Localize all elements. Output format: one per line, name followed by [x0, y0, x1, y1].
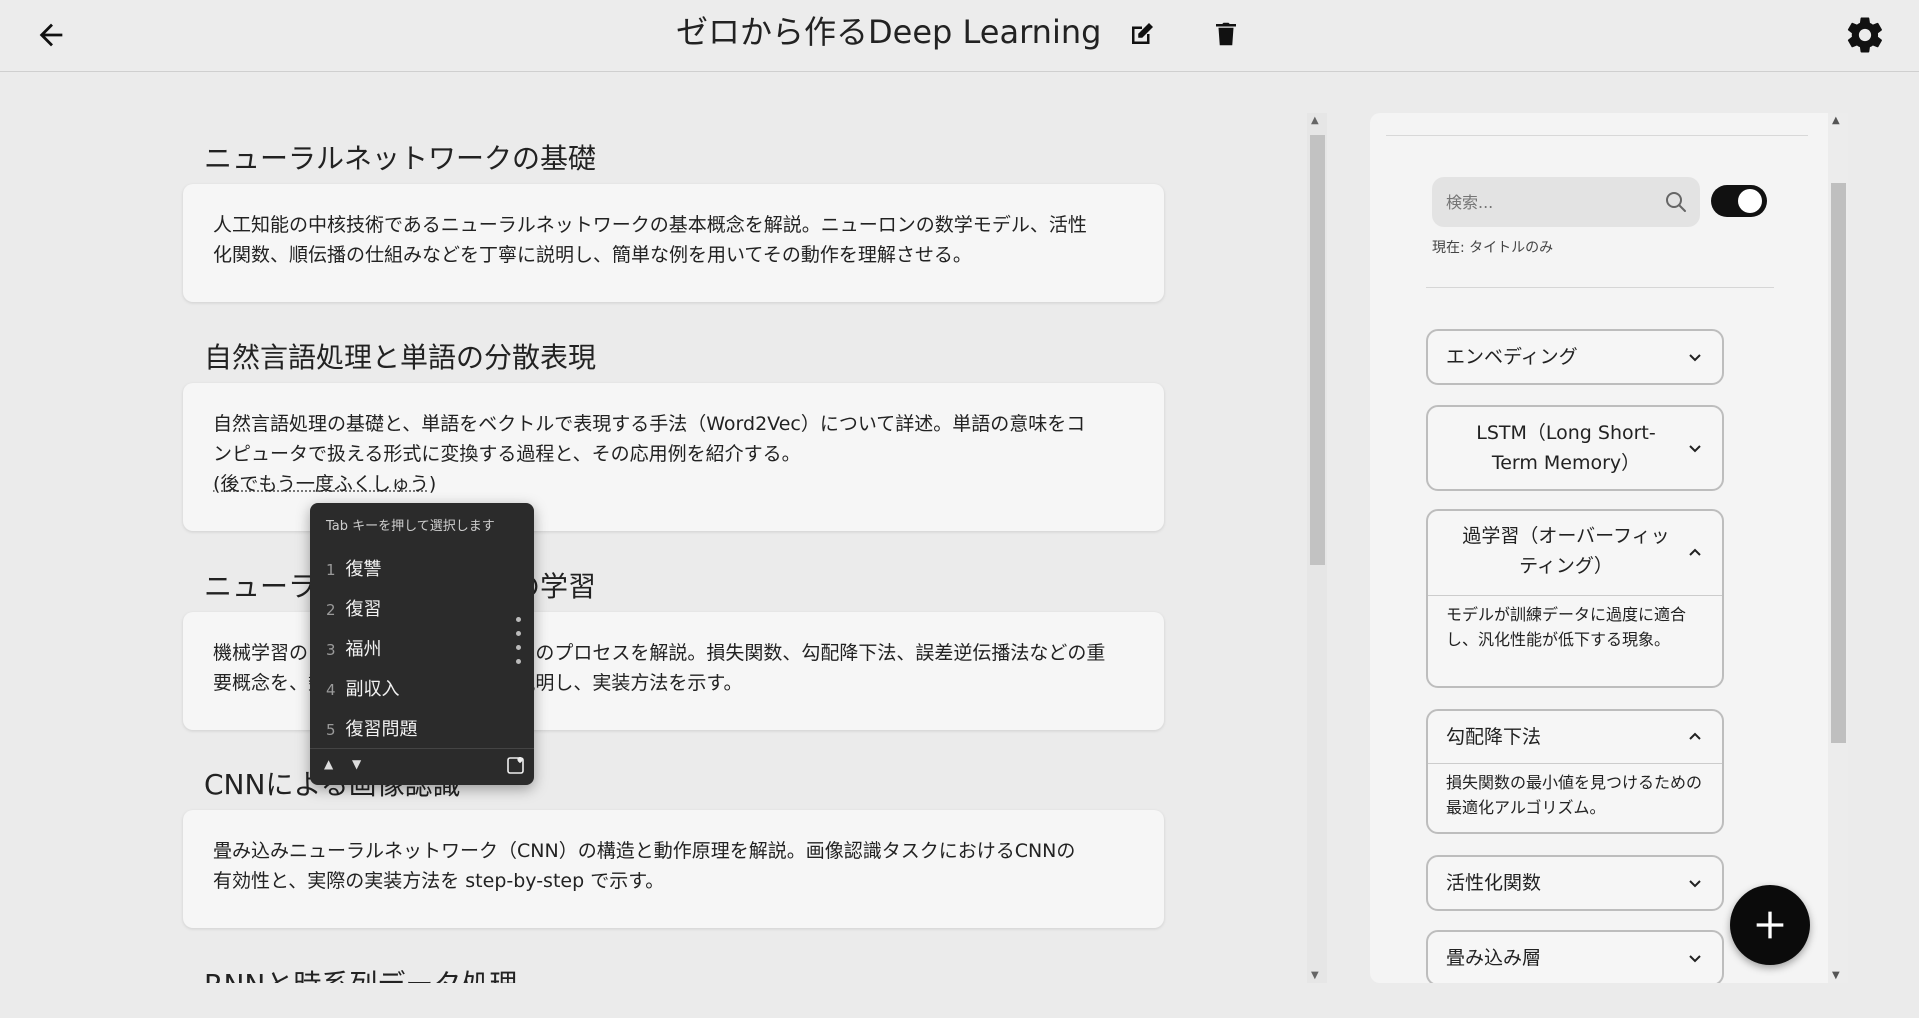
- card-text: 畳み込みニューラルネットワーク（CNN）の構造と動作原理を解説。画像認識タスクに…: [213, 840, 1076, 862]
- glossary-item-header[interactable]: LSTM（Long Short- Term Memory）: [1428, 407, 1722, 489]
- glossary-item-header[interactable]: エンベディング: [1428, 331, 1722, 383]
- search-mode-toggle[interactable]: [1711, 185, 1767, 217]
- chevron-down-icon: [1689, 445, 1701, 453]
- app-header: ゼロから作るDeep Learning: [0, 0, 1919, 72]
- glossary-definition: モデルが訓練データに過度に適合し、汎化性能が低下する現象。: [1428, 595, 1722, 662]
- add-button[interactable]: [1730, 885, 1810, 965]
- trash-icon: [1216, 22, 1236, 46]
- toggle-knob: [1738, 189, 1762, 213]
- section-title: ニューラルネットワークの基礎: [204, 142, 597, 175]
- glossary-term: LSTM（Long Short-: [1476, 422, 1656, 444]
- scroll-thumb[interactable]: [1831, 183, 1846, 743]
- settings-button[interactable]: [1840, 10, 1890, 60]
- chevron-down-icon: [1689, 880, 1701, 888]
- delete-button[interactable]: [1206, 14, 1246, 54]
- gear-icon: [1847, 17, 1882, 53]
- main-scrollbar[interactable]: ▲ ▼: [1307, 113, 1327, 983]
- sidebar-scrollbar[interactable]: ▲ ▼: [1828, 113, 1848, 983]
- divider: [1426, 287, 1774, 288]
- ime-candidate[interactable]: 4 副収入: [326, 675, 400, 701]
- ime-candidate[interactable]: 2 復習: [326, 595, 382, 621]
- glossary-term: 勾配降下法: [1446, 726, 1542, 748]
- section-title: RNNと時系列データ処理: [204, 963, 517, 983]
- chevron-down-icon: [1689, 354, 1701, 362]
- section-card[interactable]: 人工知能の中核技術であるニューラルネットワークの基本概念を解説。ニューロンの数学…: [183, 184, 1164, 302]
- glossary-sidebar: 現在: タイトルのみ エンベディング LSTM（Long Short- Term…: [1370, 113, 1848, 983]
- edit-icon: [1132, 23, 1153, 44]
- glossary-item-header[interactable]: 活性化関数: [1428, 857, 1722, 909]
- search-input[interactable]: [1446, 177, 1656, 227]
- scroll-down-icon[interactable]: ▼: [1311, 970, 1319, 981]
- glossary-term: Term Memory）: [1491, 452, 1641, 474]
- chevron-down-icon: [1689, 955, 1701, 963]
- arrow-left-icon: [39, 23, 63, 47]
- card-text: 化関数、順伝播の仕組みなどを丁寧に説明し、簡単な例を用いてその動作を理解させる。: [213, 244, 972, 266]
- glossary-item[interactable]: 畳み込み層: [1426, 930, 1724, 983]
- back-button[interactable]: [28, 12, 74, 58]
- page-title: ゼロから作るDeep Learning: [676, 13, 1102, 51]
- scroll-up-icon[interactable]: ▲: [1832, 115, 1840, 126]
- chevron-up-icon: [1689, 548, 1701, 556]
- glossary-item[interactable]: 過学習（オーバーフィッ ティング） モデルが訓練データに過度に適合し、汎化性能が…: [1426, 509, 1724, 688]
- triangle-down-icon[interactable]: ▼: [352, 757, 361, 771]
- glossary-item[interactable]: エンベディング: [1426, 329, 1724, 385]
- more-dots-icon: [516, 617, 522, 673]
- section-card[interactable]: 畳み込みニューラルネットワーク（CNN）の構造と動作原理を解説。画像認識タスクに…: [183, 810, 1164, 928]
- ime-candidate[interactable]: 5 復習問題: [326, 715, 418, 741]
- ime-hint: Tab キーを押して選択します: [326, 519, 495, 534]
- ime-candidate[interactable]: 1 復讐: [326, 555, 382, 581]
- chevron-up-icon: [1689, 732, 1701, 740]
- glossary-term: 畳み込み層: [1446, 947, 1542, 969]
- triangle-up-icon[interactable]: ▲: [324, 757, 333, 771]
- card-text: ンピュータで扱える形式に変換する過程と、その応用例を紹介する。: [213, 443, 801, 465]
- note-list: ニューラルネットワークの基礎 人工知能の中核技術であるニューラルネットワークの基…: [0, 113, 1330, 983]
- section-title: 自然言語処理と単語の分散表現: [204, 341, 597, 374]
- scroll-thumb[interactable]: [1310, 135, 1325, 565]
- scroll-down-icon[interactable]: ▼: [1832, 970, 1840, 981]
- card-text: 人工知能の中核技術であるニューラルネットワークの基本概念を解説。ニューロンの数学…: [213, 214, 1087, 236]
- search-icon[interactable]: [1664, 190, 1688, 214]
- glossary-term: 活性化関数: [1446, 872, 1542, 894]
- edit-button[interactable]: [1122, 14, 1162, 54]
- ime-candidate-popup: Tab キーを押して選択します 1 復讐 2 復習 3 福州 4 副収入 5 復習問題 ▲…: [310, 503, 534, 785]
- card-text: 自然言語処理の基礎と、単語をベクトルで表現する手法（Word2Vec）について詳…: [213, 413, 1086, 435]
- glossary-term: エンベディング: [1446, 346, 1578, 368]
- glossary-term: ティング）: [1519, 555, 1613, 577]
- scroll-up-icon[interactable]: ▲: [1311, 115, 1319, 126]
- glossary-item[interactable]: LSTM（Long Short- Term Memory）: [1426, 405, 1724, 491]
- search-box: [1432, 177, 1700, 227]
- glossary-item-header[interactable]: 勾配降下法: [1428, 711, 1722, 763]
- card-text: 有効性と、実際の実装方法を step-by-step で示す。: [213, 870, 665, 892]
- divider: [1386, 135, 1808, 136]
- search-mode-label: 現在: タイトルのみ: [1432, 240, 1554, 256]
- glossary-item[interactable]: 活性化関数: [1426, 855, 1724, 911]
- ime-candidate[interactable]: 3 福州: [326, 635, 382, 661]
- glossary-item-header[interactable]: 畳み込み層: [1428, 932, 1722, 983]
- ime-footer: ▲ ▼: [310, 748, 534, 785]
- glossary-term: 過学習（オーバーフィッ: [1462, 525, 1670, 547]
- glossary-item-header[interactable]: 過学習（オーバーフィッ ティング）: [1428, 511, 1722, 595]
- glossary-item[interactable]: 勾配降下法 損失関数の最小値を見つけるための最適化アルゴリズム。: [1426, 709, 1724, 834]
- card-text-editing[interactable]: (後でもう一度ふくしゅう): [213, 469, 1134, 499]
- glossary-definition: 損失関数の最小値を見つけるための最適化アルゴリズム。: [1428, 763, 1722, 830]
- heart-note-icon[interactable]: [506, 755, 526, 775]
- plus-icon: [1756, 911, 1784, 939]
